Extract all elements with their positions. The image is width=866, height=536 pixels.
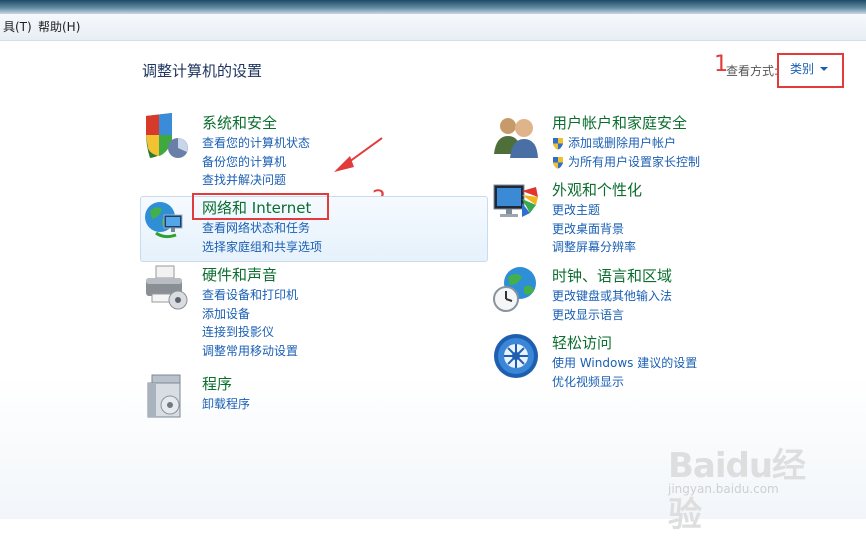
link-add-remove-accounts[interactable]: 添加或删除用户帐户: [552, 134, 700, 153]
link-mobility-settings[interactable]: 调整常用移动设置: [202, 342, 298, 361]
link-parental-controls[interactable]: 为所有用户设置家长控制: [552, 153, 700, 172]
link-change-theme[interactable]: 更改主题: [552, 201, 636, 220]
link-backup-computer[interactable]: 备份您的计算机: [202, 153, 310, 172]
uac-shield-icon: [553, 156, 563, 169]
category-title[interactable]: 用户帐户和家庭安全: [552, 112, 687, 133]
link-add-device[interactable]: 添加设备: [202, 305, 298, 324]
link-homegroup-sharing[interactable]: 选择家庭组和共享选项: [202, 238, 322, 257]
link-display-language[interactable]: 更改显示语言: [552, 306, 672, 325]
ease-of-access-icon: [494, 334, 538, 378]
category-title[interactable]: 外观和个性化: [552, 179, 642, 200]
link-view-network-status[interactable]: 查看网络状态和任务: [202, 219, 322, 238]
link-screen-resolution[interactable]: 调整屏幕分辨率: [552, 238, 636, 257]
annotation-box-network: [192, 193, 329, 220]
monitor-colors-icon: [493, 184, 538, 217]
category-title[interactable]: 时钟、语言和区域: [552, 265, 672, 286]
link-recommended-settings[interactable]: 使用 Windows 建议的设置: [552, 354, 697, 373]
category-title[interactable]: 硬件和声音: [202, 264, 277, 285]
shield-icon: [146, 113, 188, 158]
menu-tools[interactable]: 具(T): [0, 14, 35, 40]
category-title[interactable]: 程序: [202, 373, 232, 394]
network-globe-icon: [145, 202, 183, 239]
window-title-strip: [0, 0, 866, 14]
link-devices-printers[interactable]: 查看设备和打印机: [202, 286, 298, 305]
uac-shield-icon: [553, 138, 563, 150]
menu-help[interactable]: 帮助(H): [35, 14, 83, 40]
annotation-marker-1: 1: [714, 52, 728, 77]
annotation-box-view-by: [777, 53, 844, 88]
clock-globe-icon: [493, 267, 536, 312]
link-optimize-display[interactable]: 优化视频显示: [552, 373, 697, 392]
link-troubleshoot[interactable]: 查找并解决问题: [202, 171, 310, 190]
link-label: 添加或删除用户帐户: [568, 136, 677, 150]
baidu-watermark: Baidu经验 jingyan.baidu.com: [668, 422, 828, 535]
link-uninstall-program[interactable]: 卸载程序: [202, 395, 250, 414]
link-desktop-background[interactable]: 更改桌面背景: [552, 220, 636, 239]
link-change-keyboard[interactable]: 更改键盘或其他输入法: [552, 287, 672, 306]
page-title: 调整计算机的设置: [142, 62, 263, 80]
users-icon: [494, 118, 538, 158]
link-view-computer-status[interactable]: 查看您的计算机状态: [202, 134, 310, 153]
printer-icon: [146, 265, 188, 310]
annotation-arrow-icon: [334, 137, 383, 172]
menu-bar: 具(T) 帮助(H): [0, 14, 866, 41]
programs-icon: [147, 374, 181, 418]
category-title[interactable]: 系统和安全: [202, 112, 277, 133]
view-by-label: 查看方式:: [726, 64, 779, 78]
category-title[interactable]: 轻松访问: [552, 332, 612, 353]
link-connect-projector[interactable]: 连接到投影仪: [202, 323, 298, 342]
watermark-url: jingyan.baidu.com: [668, 482, 779, 496]
link-label: 为所有用户设置家长控制: [568, 154, 701, 169]
